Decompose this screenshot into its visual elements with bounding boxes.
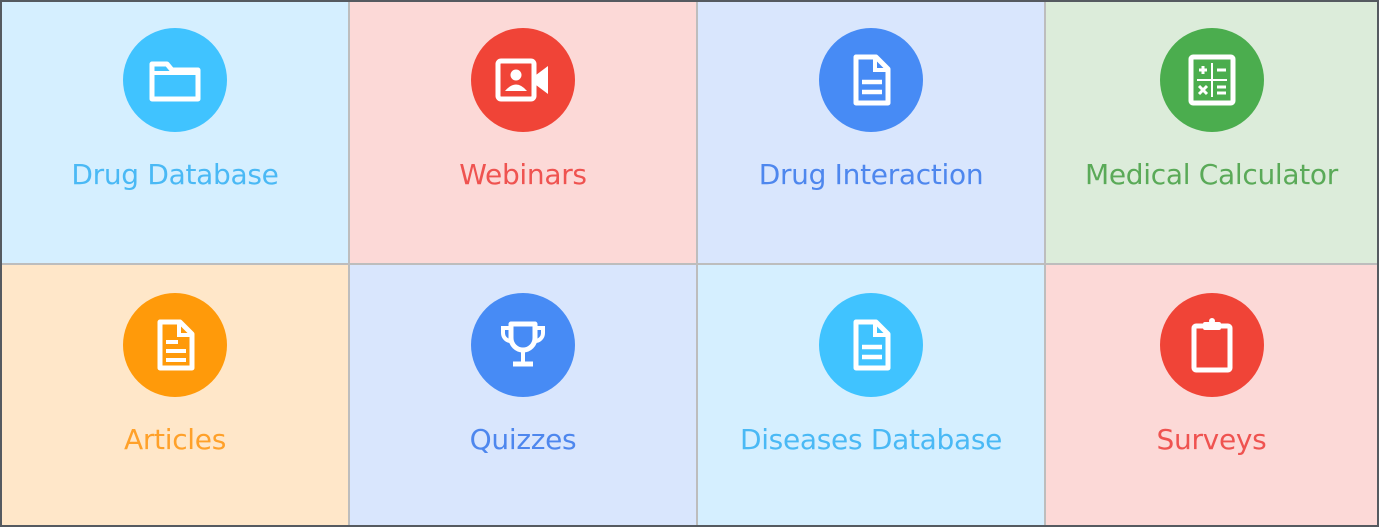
document-icon <box>819 293 923 397</box>
tile-label-articles: Articles <box>123 423 226 456</box>
trophy-icon <box>471 293 575 397</box>
tile-label-drug-interaction: Drug Interaction <box>758 158 984 191</box>
document-icon <box>819 28 923 132</box>
tile-articles[interactable]: Articles <box>2 265 348 525</box>
tile-drug-database[interactable]: Drug Database <box>2 2 348 263</box>
tile-drug-interaction[interactable]: Drug Interaction <box>698 2 1044 263</box>
clipboard-icon <box>1159 293 1264 397</box>
article-icon <box>123 293 227 397</box>
tile-surveys[interactable]: Surveys <box>1046 265 1377 525</box>
video-camera-icon <box>471 28 575 132</box>
tile-quizzes[interactable]: Quizzes <box>350 265 696 525</box>
tile-label-drug-database: Drug Database <box>71 158 279 191</box>
tile-diseases-database[interactable]: Diseases Database <box>698 265 1044 525</box>
tile-label-medical-calculator: Medical Calculator <box>1085 158 1338 191</box>
app-grid-menu: Drug Database Webinars Drug Interaction <box>0 0 1379 527</box>
folder-icon <box>123 28 227 132</box>
tile-label-diseases-database: Diseases Database <box>739 423 1003 456</box>
tile-label-surveys: Surveys <box>1156 423 1267 456</box>
tile-label-webinars: Webinars <box>459 158 587 191</box>
tile-label-quizzes: Quizzes <box>469 423 577 456</box>
calculator-icon <box>1159 28 1264 132</box>
tile-medical-calculator[interactable]: Medical Calculator <box>1046 2 1377 263</box>
tile-webinars[interactable]: Webinars <box>350 2 696 263</box>
